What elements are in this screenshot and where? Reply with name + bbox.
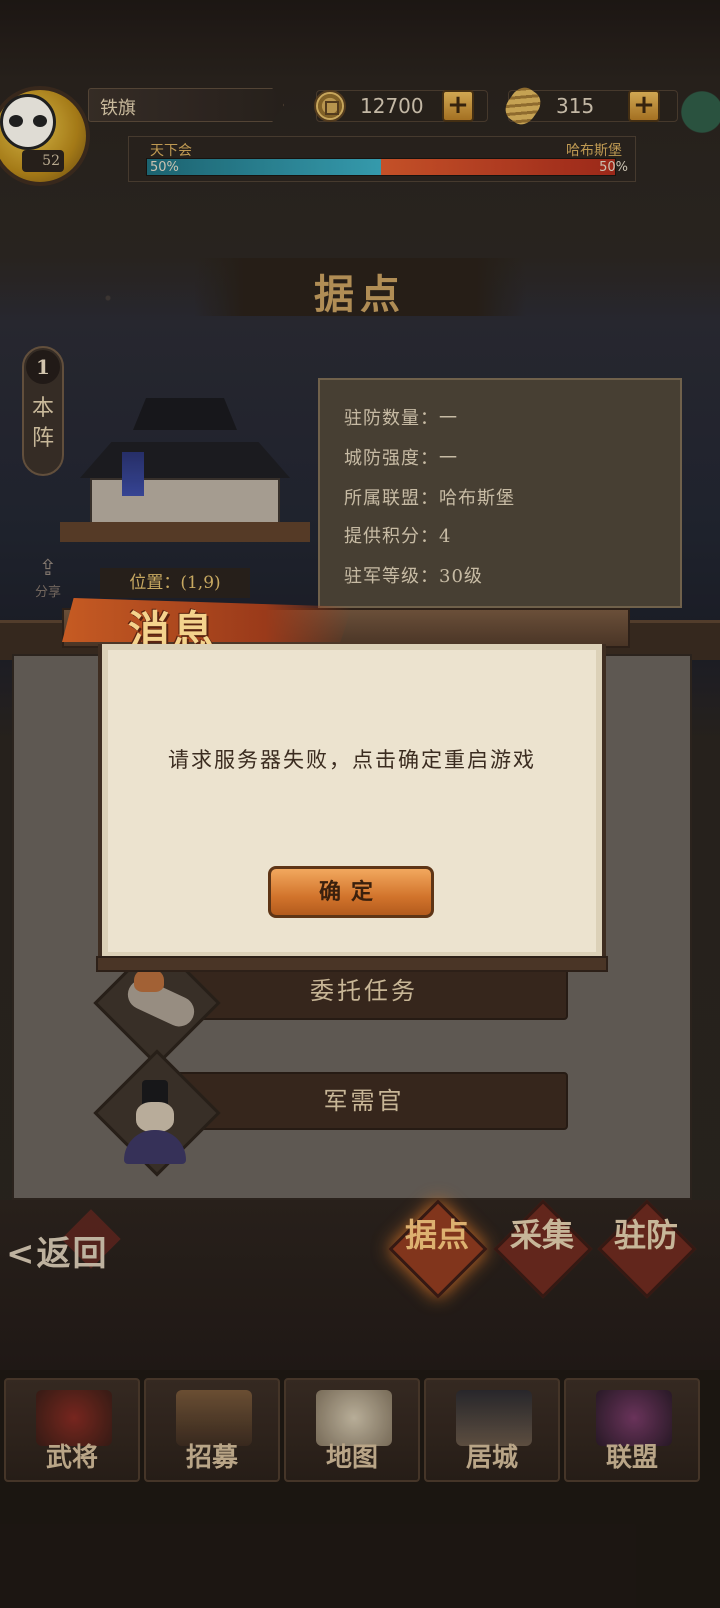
officer-face — [136, 1102, 174, 1132]
nav-alliance-label: 联盟 — [605, 1443, 658, 1473]
nav-map[interactable]: 地图 — [284, 1378, 420, 1482]
nav-map-label: 地图 — [325, 1443, 378, 1473]
info-alliance: 所属联盟：哈布斯堡 — [344, 488, 515, 509]
castle-upper-roof — [133, 398, 237, 430]
share-label: 分享 — [34, 585, 61, 600]
info-points: 提供积分：4 — [344, 526, 452, 547]
castle-base — [60, 522, 310, 542]
faction-right-name: 哈布斯堡 — [566, 143, 622, 159]
scroll-icon — [118, 968, 200, 1038]
castle-illustration — [60, 390, 310, 570]
faction-progress-bar — [146, 158, 616, 176]
gem-value: 315 — [556, 94, 595, 118]
main-camp-label: 本阵 — [31, 396, 54, 451]
dialog-footer-bar — [96, 956, 608, 972]
nav-generals-label: 武将 — [45, 1443, 98, 1473]
tab-stronghold[interactable]: 据点 — [392, 1218, 482, 1252]
faction-left-name: 天下会 — [150, 143, 192, 159]
tab-gather[interactable]: 采集 — [497, 1218, 587, 1252]
faction-right-fill — [381, 159, 615, 175]
player-name: 铁旗 — [100, 98, 136, 119]
nav-generals[interactable]: 武将 — [4, 1378, 140, 1482]
coin-icon — [314, 90, 346, 122]
gold-value: 12700 — [360, 94, 424, 118]
quartermaster-icon — [120, 1080, 190, 1164]
officer-body — [124, 1130, 186, 1164]
tab-garrison[interactable]: 驻防 — [601, 1218, 691, 1252]
castle-lower-roof — [80, 442, 290, 478]
info-defense-strength: 城防强度：一 — [344, 448, 458, 469]
info-garrison-level: 驻军等级：30级 — [344, 566, 483, 587]
page-title: 据点 — [314, 271, 406, 318]
position-label: 位置：(1,9) — [100, 568, 250, 598]
castle-wall — [90, 478, 280, 524]
add-gem-button[interactable]: + — [628, 90, 660, 122]
back-label: 返回 — [36, 1234, 109, 1274]
chevron-left-icon: < — [6, 1234, 37, 1274]
nav-castle-label: 居城 — [465, 1443, 518, 1473]
nav-alliance[interactable]: 联盟 — [564, 1378, 700, 1482]
info-garrison-count: 驻防数量：一 — [344, 408, 458, 429]
add-gold-button[interactable]: + — [442, 90, 474, 122]
pine-decoration-icon — [674, 84, 720, 154]
faction-left-percent: 50% — [150, 160, 179, 175]
faction-right-percent: 50% — [599, 160, 628, 175]
nav-recruit-label: 招募 — [185, 1443, 238, 1473]
panda-avatar-icon — [0, 94, 56, 150]
player-level: 52 — [22, 150, 64, 172]
main-camp-number: 1 — [26, 350, 60, 384]
quartermaster-button[interactable]: 军需官 — [160, 1072, 568, 1130]
back-button[interactable]: <返回 — [6, 1226, 109, 1275]
confirm-button[interactable]: 确定 — [268, 866, 434, 918]
dialog-message: 请求服务器失败，点击确定重启游戏 — [168, 748, 536, 772]
castle-banner — [122, 452, 144, 496]
faction-left-fill — [147, 159, 381, 175]
nav-recruit[interactable]: 招募 — [144, 1378, 280, 1482]
nav-castle[interactable]: 居城 — [424, 1378, 560, 1482]
